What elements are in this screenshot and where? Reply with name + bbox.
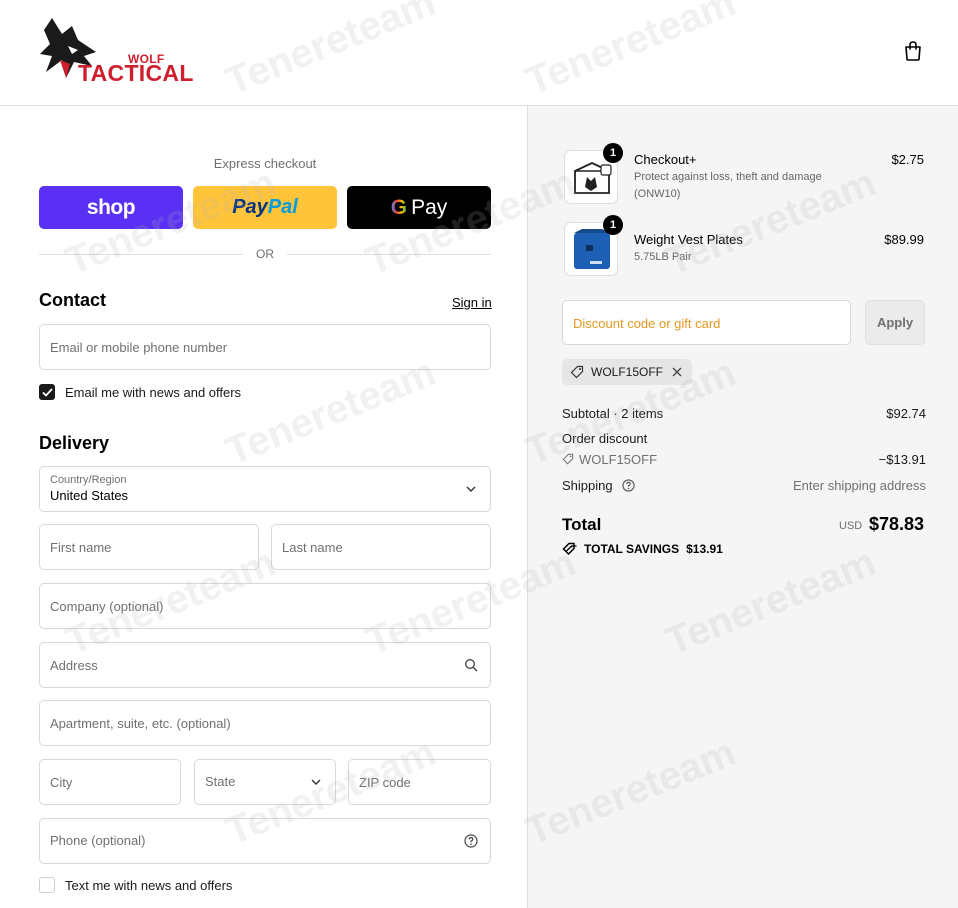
city-placeholder: City bbox=[50, 775, 73, 790]
order-summary-column: 1 Checkout+ Protect against loss, theft … bbox=[527, 106, 958, 908]
first-name-field[interactable]: First name bbox=[39, 524, 259, 570]
or-divider-line-right bbox=[287, 254, 491, 255]
total-currency: USD bbox=[839, 520, 863, 532]
first-name-placeholder: First name bbox=[50, 540, 112, 555]
text-news-label: Text me with news and offers bbox=[65, 877, 233, 893]
order-discount-detail-row: WOLF15OFF −$13.91 bbox=[562, 452, 926, 467]
order-discount-value: −$13.91 bbox=[878, 452, 926, 467]
last-name-placeholder: Last name bbox=[282, 540, 343, 555]
google-pay-button[interactable]: G Pay bbox=[347, 186, 491, 229]
applied-discount-chip: WOLF15OFF bbox=[562, 359, 693, 385]
order-discount-row: Order discount bbox=[562, 431, 926, 446]
checkmark-icon bbox=[41, 387, 53, 397]
tag-icon bbox=[570, 365, 584, 379]
text-news-checkbox[interactable] bbox=[39, 877, 55, 893]
text-news-option[interactable]: Text me with news and offers bbox=[39, 876, 232, 894]
item-description-code: (ONW10) bbox=[634, 188, 681, 200]
subtotal-value: $92.74 bbox=[886, 406, 926, 421]
country-value: United States bbox=[50, 488, 129, 503]
country-label: Country/Region bbox=[50, 474, 127, 486]
item-thumbnail: 1 bbox=[564, 143, 623, 204]
total-savings-value: $13.91 bbox=[686, 542, 723, 556]
shop-pay-button[interactable]: shop bbox=[39, 186, 183, 229]
item-description: Protect against loss, theft and damage bbox=[634, 171, 822, 183]
apartment-field[interactable]: Apartment, suite, etc. (optional) bbox=[39, 700, 491, 746]
item-name: Weight Vest Plates bbox=[634, 232, 743, 247]
subtotal-label: Subtotal · 2 items bbox=[562, 406, 664, 421]
google-pay-label: Pay bbox=[411, 195, 448, 219]
phone-placeholder: Phone (optional) bbox=[50, 833, 146, 848]
item-price: $2.75 bbox=[891, 152, 924, 167]
shipping-value: Enter shipping address bbox=[793, 478, 926, 493]
zip-placeholder: ZIP code bbox=[359, 775, 411, 790]
total-value: $78.83 bbox=[869, 514, 925, 534]
shop-pay-label: shop bbox=[86, 195, 136, 219]
email-news-option[interactable]: Email me with news and offers bbox=[39, 383, 241, 401]
state-select[interactable]: State bbox=[194, 759, 336, 805]
delivery-heading: Delivery bbox=[39, 433, 110, 453]
logo-tactical-text: TACTICAL bbox=[78, 60, 194, 86]
total-savings-label: TOTAL SAVINGS bbox=[584, 542, 680, 556]
chevron-down-icon bbox=[466, 486, 476, 492]
express-checkout-label: Express checkout bbox=[213, 156, 317, 171]
email-news-label: Email me with news and offers bbox=[65, 384, 242, 400]
contact-heading: Contact bbox=[39, 290, 106, 310]
tag-icon bbox=[562, 453, 574, 465]
savings-tag-icon bbox=[562, 542, 577, 556]
email-placeholder: Email or mobile phone number bbox=[50, 340, 228, 355]
shipping-label: Shipping bbox=[562, 478, 613, 493]
email-field[interactable]: Email or mobile phone number bbox=[39, 324, 491, 370]
zip-field[interactable]: ZIP code bbox=[348, 759, 491, 805]
search-icon bbox=[465, 659, 478, 672]
help-circle-icon[interactable] bbox=[622, 479, 635, 492]
paypal-label-part2: Pal bbox=[267, 196, 298, 218]
google-g-icon: G bbox=[390, 195, 408, 219]
phone-field[interactable]: Phone (optional) bbox=[39, 818, 491, 864]
item-name: Checkout+ bbox=[634, 152, 697, 167]
shipping-row: Shipping Enter shipping address bbox=[562, 478, 926, 493]
apply-discount-button[interactable]: Apply bbox=[865, 300, 925, 345]
company-field[interactable]: Company (optional) bbox=[39, 583, 491, 629]
company-placeholder: Company (optional) bbox=[50, 599, 164, 614]
last-name-field[interactable]: Last name bbox=[271, 524, 491, 570]
country-select[interactable]: Country/Region United States bbox=[39, 466, 491, 512]
item-variant: 5.75LB Pair bbox=[634, 251, 692, 263]
total-savings-row: TOTAL SAVINGS $13.91 bbox=[562, 542, 723, 556]
item-quantity-badge: 1 bbox=[603, 215, 623, 235]
discount-code-field[interactable]: Discount code or gift card bbox=[562, 300, 851, 345]
applied-discount-code: WOLF15OFF bbox=[591, 365, 664, 379]
order-discount-code: WOLF15OFF bbox=[579, 452, 658, 467]
item-price: $89.99 bbox=[884, 232, 924, 247]
item-thumbnail: 1 bbox=[564, 215, 623, 276]
city-field[interactable]: City bbox=[39, 759, 181, 805]
checkout-form-column: Express checkout shop Pay Pal G Pay OR Co… bbox=[0, 106, 528, 908]
apartment-placeholder: Apartment, suite, etc. (optional) bbox=[50, 716, 231, 731]
address-field[interactable]: Address bbox=[39, 642, 491, 688]
shopping-bag-icon[interactable] bbox=[902, 40, 924, 62]
item-quantity-badge: 1 bbox=[603, 143, 623, 163]
wolf-tactical-logo[interactable]: WOLF TACTICAL bbox=[38, 16, 193, 86]
address-placeholder: Address bbox=[50, 658, 98, 673]
remove-discount-icon[interactable] bbox=[672, 367, 682, 377]
help-circle-icon[interactable] bbox=[464, 834, 478, 848]
paypal-button[interactable]: Pay Pal bbox=[193, 186, 337, 229]
header: WOLF TACTICAL bbox=[0, 0, 958, 106]
email-news-checkbox[interactable] bbox=[39, 384, 55, 400]
or-divider: OR bbox=[39, 246, 491, 262]
paypal-label-part1: Pay bbox=[232, 196, 268, 218]
discount-placeholder: Discount code or gift card bbox=[573, 316, 721, 331]
subtotal-row: Subtotal · 2 items $92.74 bbox=[562, 406, 926, 421]
order-discount-label: Order discount bbox=[562, 431, 648, 446]
sign-in-link[interactable]: Sign in bbox=[452, 295, 492, 310]
chevron-down-icon bbox=[311, 779, 321, 785]
total-label: Total bbox=[562, 515, 602, 534]
state-placeholder: State bbox=[205, 774, 236, 789]
